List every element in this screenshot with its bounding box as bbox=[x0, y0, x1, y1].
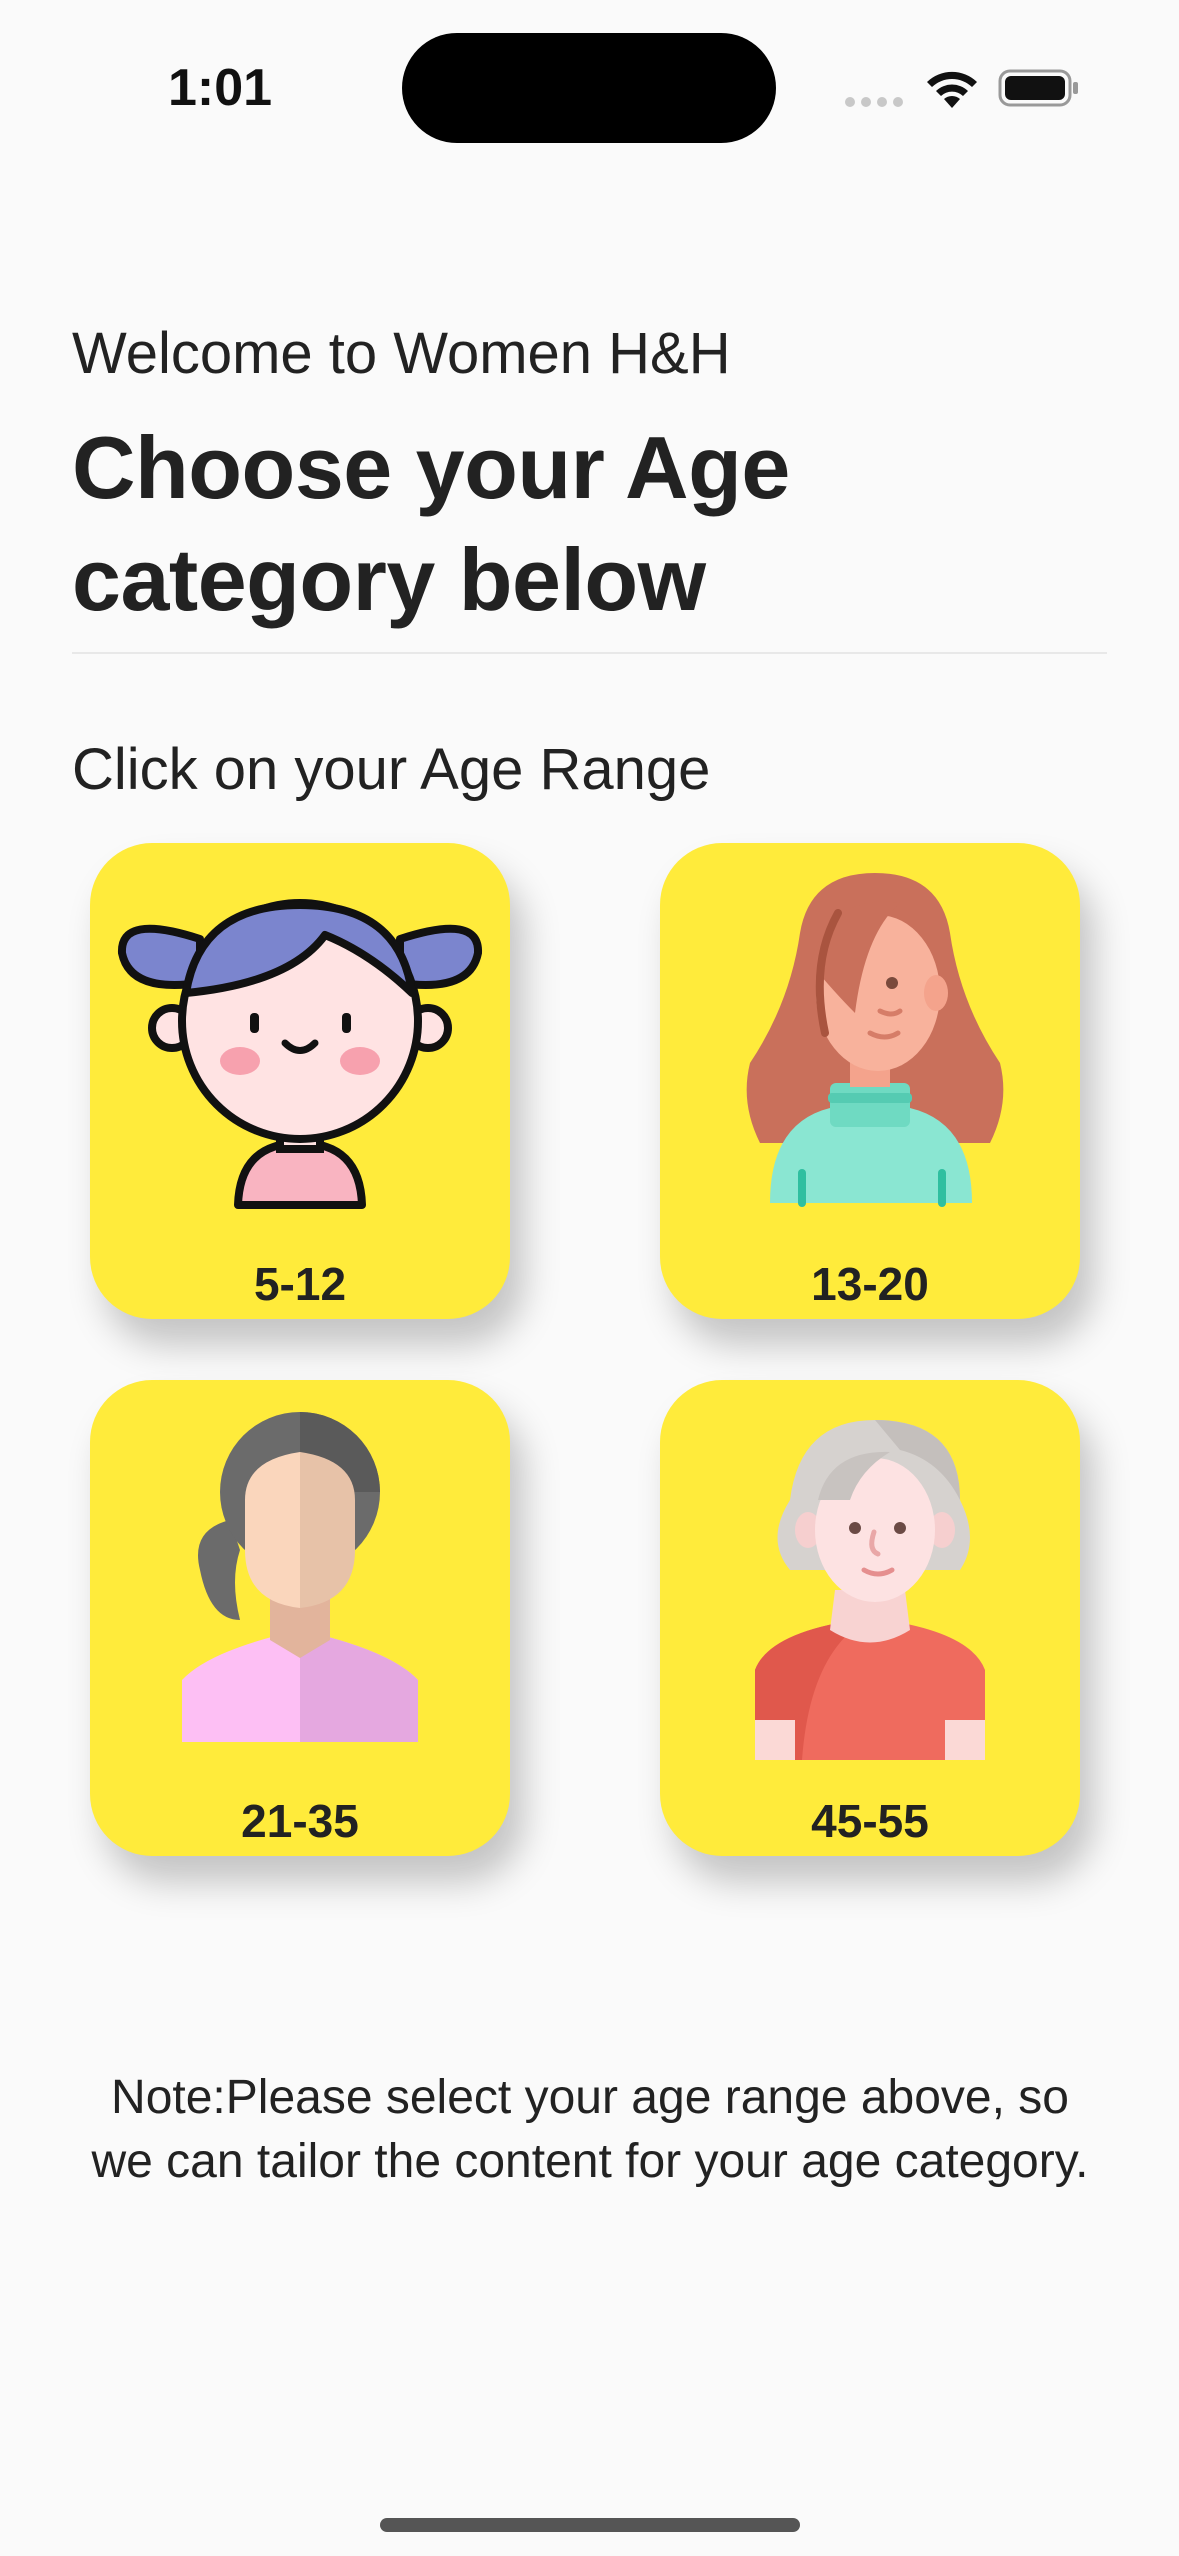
welcome-text: Welcome to Women H&H bbox=[72, 321, 731, 386]
status-time: 1:01 bbox=[168, 59, 273, 117]
age-selection-screen: 1:01 Welcome to Women H&H Choose your Ag… bbox=[0, 0, 1179, 2556]
woman-avatar-icon bbox=[182, 1412, 418, 1742]
note-text: Note:Please select your age range above,… bbox=[91, 2071, 1089, 2188]
divider bbox=[72, 652, 1107, 654]
age-card-21-35[interactable]: 21-35 bbox=[90, 1380, 510, 1856]
age-card-label: 45-55 bbox=[811, 1795, 929, 1847]
page-title: Choose your Age category below bbox=[72, 418, 790, 629]
wifi-icon bbox=[927, 71, 977, 108]
age-card-13-20[interactable]: 13-20 bbox=[660, 843, 1080, 1319]
age-card-label: 5-12 bbox=[253, 1258, 347, 1310]
section-label: Click on your Age Range bbox=[72, 737, 711, 802]
age-card-5-12[interactable]: 5-12 bbox=[90, 843, 510, 1319]
teen-avatar-icon bbox=[746, 873, 1004, 1207]
status-bar: 1:01 bbox=[0, 0, 1179, 180]
cellular-signal-icon bbox=[845, 97, 903, 107]
battery-icon bbox=[998, 69, 1078, 107]
girl-avatar-icon bbox=[118, 899, 482, 1209]
dynamic-island bbox=[402, 33, 776, 143]
age-card-label: 21-35 bbox=[241, 1795, 359, 1847]
age-card-45-55[interactable]: 45-55 bbox=[660, 1380, 1080, 1856]
mature-woman-avatar-icon bbox=[755, 1420, 985, 1760]
age-card-label: 13-20 bbox=[811, 1258, 929, 1310]
home-indicator[interactable] bbox=[380, 2518, 800, 2532]
